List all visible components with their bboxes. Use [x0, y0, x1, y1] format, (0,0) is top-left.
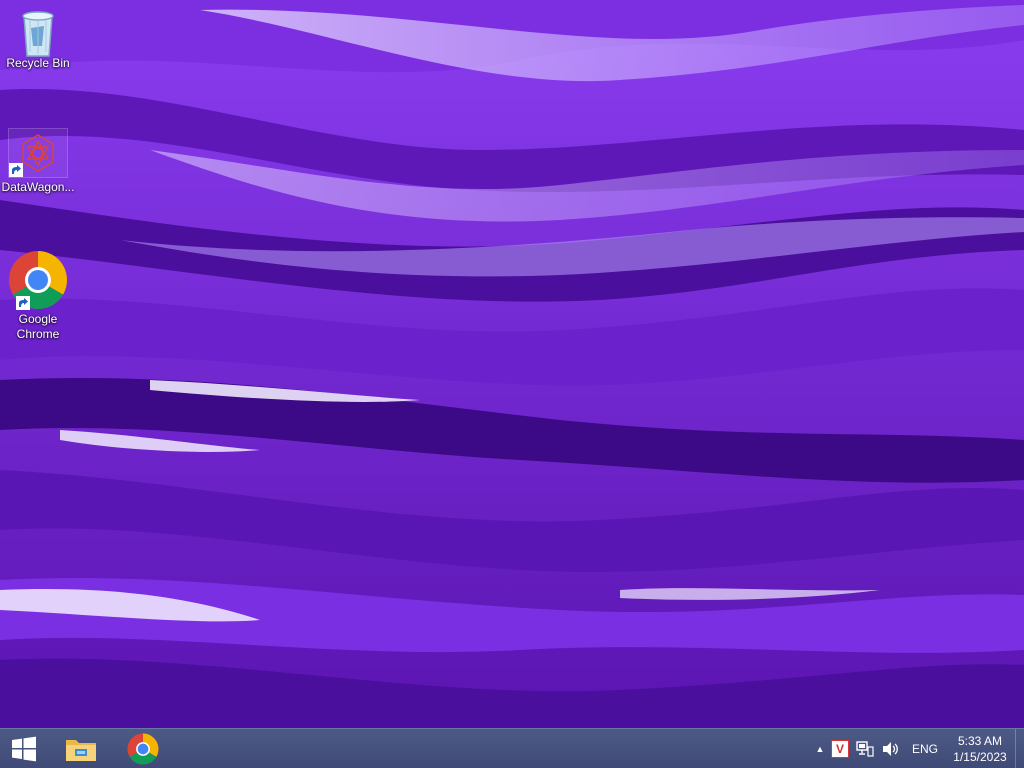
datawagon-icon	[8, 128, 68, 178]
recycle-bin-icon	[14, 6, 62, 57]
tray-overflow-button[interactable]: ▲	[813, 729, 827, 768]
start-button[interactable]	[0, 729, 48, 768]
taskbar-chrome-button[interactable]	[118, 729, 168, 768]
windows-logo-icon	[12, 736, 36, 761]
desktop-icon-google-chrome[interactable]: Google Chrome	[0, 250, 76, 342]
v-app-icon: V	[831, 739, 849, 758]
chrome-icon	[127, 733, 159, 764]
tray-app-icon[interactable]: V	[827, 729, 853, 768]
shortcut-arrow-icon	[9, 163, 23, 177]
taskbar-clock[interactable]: 5:33 AM 1/15/2023	[945, 729, 1015, 768]
network-icon	[856, 740, 874, 757]
desktop-icon-recycle-bin[interactable]: Recycle Bin	[0, 6, 76, 71]
clock-date: 1/15/2023	[953, 749, 1007, 764]
taskbar-file-explorer-button[interactable]	[56, 729, 106, 768]
desktop-icon-label: Recycle Bin	[6, 56, 70, 70]
tray-network-button[interactable]	[853, 729, 877, 768]
language-indicator: ENG	[911, 741, 938, 756]
desktop-icon-label: Google Chrome	[16, 312, 60, 341]
desktop-icon-datawagon[interactable]: DataWagon...	[0, 128, 76, 195]
chevron-up-icon: ▲	[815, 743, 825, 754]
chrome-icon	[8, 250, 68, 310]
show-desktop-button[interactable]	[1015, 729, 1024, 768]
tray-language-button[interactable]: ENG	[905, 729, 945, 768]
desktop-icon-label: DataWagon...	[1, 180, 75, 194]
speaker-icon	[883, 741, 898, 756]
shortcut-arrow-icon	[16, 296, 30, 310]
tray-volume-button[interactable]	[877, 729, 905, 768]
taskbar: ▲ V ENG 5:33 AM 1/15/2023	[0, 728, 1024, 768]
desktop: Recycle Bin DataWagon... Google Chrome ▲…	[0, 0, 1024, 768]
clock-time: 5:33 AM	[957, 733, 1003, 748]
system-tray: ▲ V ENG 5:33 AM 1/15/2023	[813, 729, 1024, 768]
file-explorer-icon	[66, 739, 96, 761]
wallpaper	[0, 0, 1024, 728]
